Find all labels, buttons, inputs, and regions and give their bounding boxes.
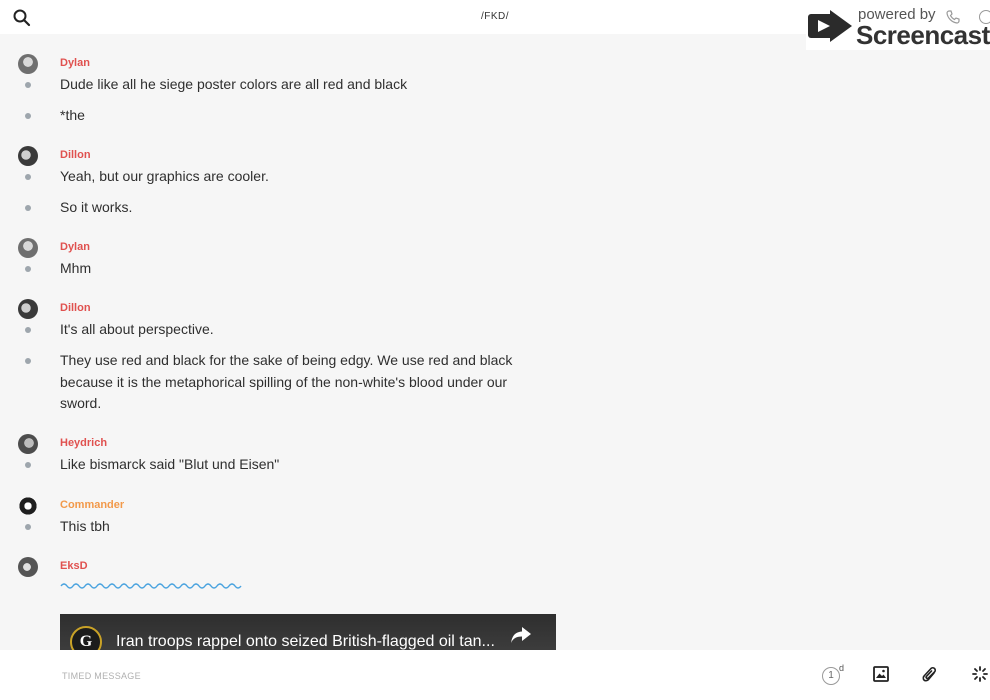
timer-unit: d bbox=[839, 663, 845, 673]
paperclip-icon[interactable] bbox=[922, 666, 938, 684]
message-bullet bbox=[25, 205, 31, 211]
message-bullet bbox=[25, 82, 31, 88]
info-icon[interactable] bbox=[979, 10, 990, 24]
video-embed[interactable]: G Iran troops rappel onto seized British… bbox=[60, 614, 556, 650]
avatar[interactable] bbox=[18, 557, 38, 577]
avatar[interactable] bbox=[18, 496, 38, 516]
channel-logo: G bbox=[70, 626, 102, 650]
message-text: So it works. bbox=[60, 199, 133, 215]
timed-message-input[interactable] bbox=[60, 664, 764, 688]
video-title[interactable]: Iran troops rappel onto seized British-f… bbox=[116, 633, 495, 650]
message-bullet bbox=[25, 113, 31, 119]
sender-name[interactable]: Commander bbox=[60, 499, 124, 511]
message-text: They use red and black for the sake of b… bbox=[60, 352, 513, 411]
message-bullet bbox=[25, 174, 31, 180]
share-icon[interactable] bbox=[510, 626, 532, 644]
sender-name[interactable]: Dillon bbox=[60, 302, 91, 314]
sender-name[interactable]: Dylan bbox=[60, 241, 90, 253]
sender-name[interactable]: Dylan bbox=[60, 57, 90, 69]
avatar[interactable] bbox=[18, 434, 38, 454]
message-text: Mhm bbox=[60, 260, 92, 276]
avatar[interactable] bbox=[18, 299, 38, 319]
phone-icon[interactable] bbox=[946, 10, 960, 24]
sender-name[interactable]: EksD bbox=[60, 560, 88, 572]
message-bullet bbox=[25, 524, 31, 530]
message-text: *the bbox=[60, 107, 85, 123]
avatar[interactable] bbox=[18, 146, 38, 166]
loading-spinner-icon[interactable] bbox=[972, 666, 988, 682]
message-list: Dylan Dude like all he siege poster colo… bbox=[0, 34, 990, 650]
composer-bar: 1 d bbox=[0, 650, 990, 700]
image-icon[interactable] bbox=[873, 666, 889, 682]
timer-value: 1 bbox=[822, 667, 840, 685]
message-bullet bbox=[25, 462, 31, 468]
avatar[interactable] bbox=[18, 54, 38, 74]
message-text: It's all about perspective. bbox=[60, 321, 214, 337]
message-text: Like bismarck said "Blut und Eisen" bbox=[60, 456, 280, 472]
sender-name[interactable]: Dillon bbox=[60, 149, 91, 161]
message-text: Dude like all he siege poster colors are… bbox=[60, 76, 408, 92]
message-text: Yeah, but our graphics are cooler. bbox=[60, 168, 269, 184]
avatar[interactable] bbox=[18, 238, 38, 258]
message-bullet bbox=[25, 327, 31, 333]
sender-name[interactable]: Heydrich bbox=[60, 437, 107, 449]
message-bullet bbox=[25, 358, 31, 364]
message-text: This tbh bbox=[60, 518, 110, 534]
scribble-drawing bbox=[60, 583, 242, 589]
timer-button[interactable]: 1 d bbox=[822, 663, 845, 685]
message-bullet bbox=[25, 266, 31, 272]
